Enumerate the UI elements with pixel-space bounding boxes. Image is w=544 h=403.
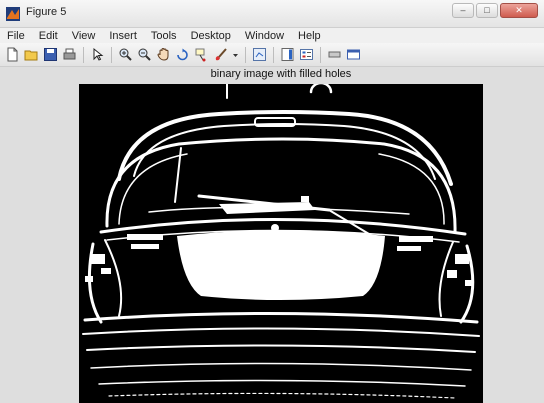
toolbar-separator [245, 46, 246, 63]
save-icon[interactable] [43, 47, 58, 62]
rotate-3d-icon[interactable] [175, 47, 190, 62]
show-plot-tools-icon[interactable] [346, 47, 361, 62]
pan-icon[interactable] [156, 47, 171, 62]
pointer-icon[interactable] [90, 47, 105, 62]
brush-icon[interactable] [213, 47, 228, 62]
toolbar-separator [320, 46, 321, 63]
window-controls: – □ ✕ [452, 3, 538, 18]
menu-help[interactable]: Help [291, 30, 328, 42]
link-plot-icon[interactable] [252, 47, 267, 62]
menu-view[interactable]: View [65, 30, 103, 42]
menu-desktop[interactable]: Desktop [184, 30, 238, 42]
hide-plot-tools-icon[interactable] [327, 47, 342, 62]
menu-insert[interactable]: Insert [102, 30, 144, 42]
data-cursor-icon[interactable] [194, 47, 209, 62]
zoom-out-icon[interactable] [137, 47, 152, 62]
minimize-button[interactable]: – [452, 3, 474, 18]
legend-icon[interactable] [299, 47, 314, 62]
menu-bar: File Edit View Insert Tools Desktop Wind… [0, 28, 544, 43]
dropdown-arrow-icon[interactable] [232, 47, 239, 62]
toolbar-separator [111, 46, 112, 63]
close-button[interactable]: ✕ [500, 3, 538, 18]
toolbar-separator [273, 46, 274, 63]
binary-image-axes [79, 84, 483, 403]
new-file-icon[interactable] [5, 47, 20, 62]
open-folder-icon[interactable] [24, 47, 39, 62]
menu-edit[interactable]: Edit [32, 30, 65, 42]
menu-tools[interactable]: Tools [144, 30, 184, 42]
toolbar-separator [83, 46, 84, 63]
binary-car-image [79, 84, 483, 403]
axes-title: binary image with filled holes [210, 68, 352, 80]
zoom-in-icon[interactable] [118, 47, 133, 62]
figure-toolbar [0, 43, 544, 67]
menu-window[interactable]: Window [238, 30, 291, 42]
matlab-app-icon [6, 7, 20, 21]
menu-file[interactable]: File [0, 30, 32, 42]
colorbar-icon[interactable] [280, 47, 295, 62]
print-icon[interactable] [62, 47, 77, 62]
maximize-button[interactable]: □ [476, 3, 498, 18]
window-title: Figure 5 [26, 6, 67, 18]
title-bar: Figure 5 – □ ✕ [0, 0, 544, 28]
